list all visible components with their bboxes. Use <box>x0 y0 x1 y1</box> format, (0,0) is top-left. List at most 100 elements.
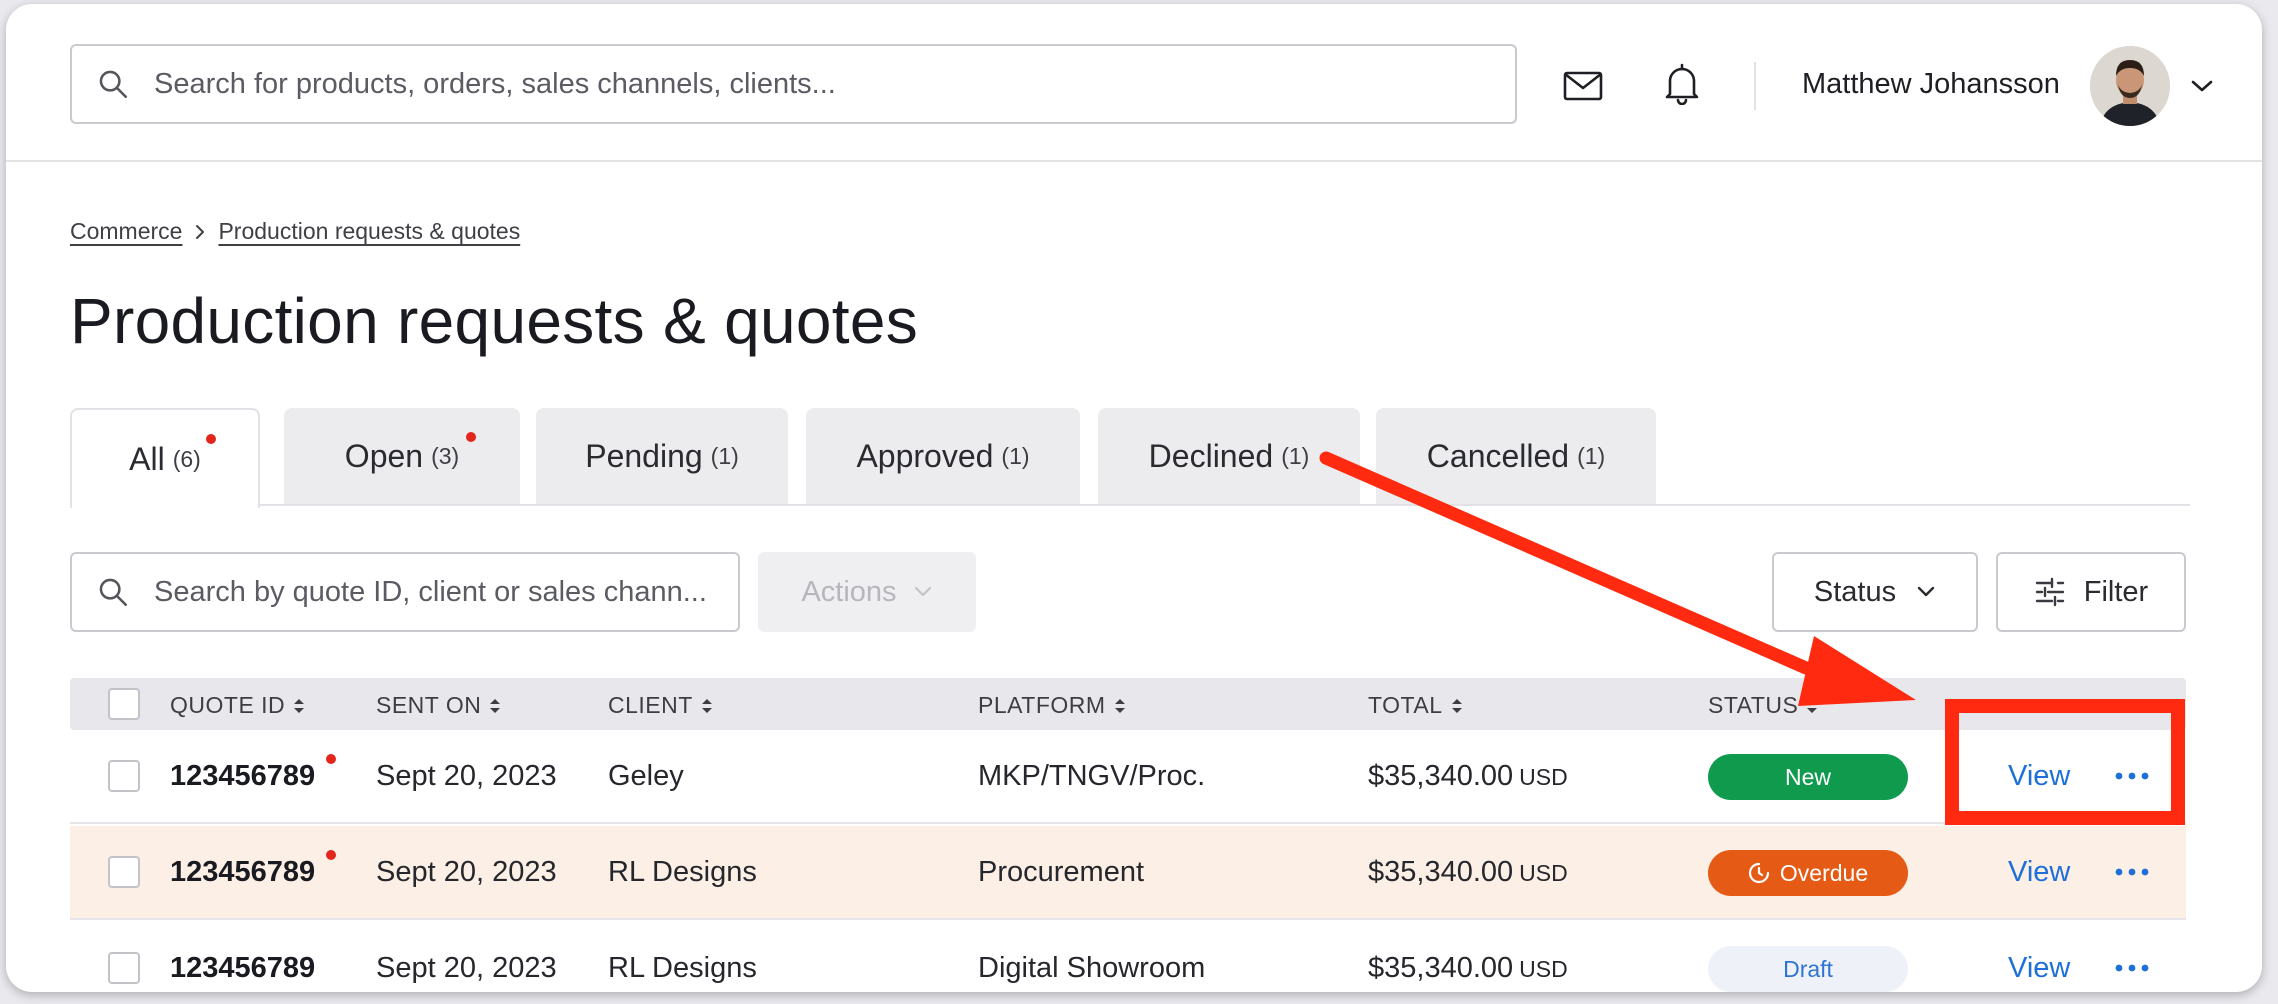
chevron-right-icon <box>194 224 206 240</box>
column-label: STATUS <box>1708 692 1799 718</box>
filter-button[interactable]: Filter <box>1996 552 2186 632</box>
status-dropdown[interactable]: Status <box>1772 552 1978 632</box>
total: $35,340.00 USD <box>1368 760 1568 793</box>
avatar[interactable] <box>2090 46 2170 126</box>
sort-icon <box>701 698 712 713</box>
top-bar: Matthew Johansson <box>6 4 2262 162</box>
status-label: Overdue <box>1779 859 1869 886</box>
sent-on: Sept 20, 2023 <box>376 856 557 888</box>
sent-on: Sept 20, 2023 <box>376 760 557 792</box>
tab-count: (1) <box>1281 442 1310 469</box>
table-row[interactable]: 123456789 Sept 20, 2023 Geley MKP/TNGV/P… <box>70 730 2186 824</box>
filter-label: Filter <box>2083 575 2149 608</box>
chevron-down-icon <box>914 586 931 597</box>
more-horizontal-icon[interactable] <box>2110 854 2154 890</box>
tab-cancelled[interactable]: Cancelled (1) <box>1376 408 1656 504</box>
column-label: PLATFORM <box>978 692 1106 718</box>
status-label: Status <box>1813 575 1897 608</box>
view-link[interactable]: View <box>2008 952 2070 985</box>
table-search[interactable] <box>70 552 740 632</box>
mail-icon[interactable] <box>1559 62 1607 110</box>
column-label: CLIENT <box>608 692 693 718</box>
table-row[interactable]: 123456789 Sept 20, 2023 RL Designs Procu… <box>70 826 2186 920</box>
currency: USD <box>1519 956 1568 982</box>
user-name[interactable]: Matthew Johansson <box>1802 68 2060 101</box>
quote-id: 123456789 <box>170 760 316 792</box>
tab-count: (1) <box>1577 442 1606 469</box>
unread-dot <box>466 432 476 442</box>
select-all-checkbox[interactable] <box>108 688 140 720</box>
breadcrumb-current[interactable]: Production requests & quotes <box>218 218 520 245</box>
column-label: TOTAL <box>1368 692 1443 718</box>
chevron-down-icon <box>1917 586 1935 597</box>
column-platform[interactable]: PLATFORM <box>978 692 1126 719</box>
platform: Digital Showroom <box>978 952 1206 984</box>
currency: USD <box>1519 860 1568 886</box>
global-search[interactable] <box>70 44 1517 124</box>
actions-button[interactable]: Actions <box>758 552 976 632</box>
client: Geley <box>608 760 684 792</box>
search-icon <box>96 575 130 609</box>
status-label: New <box>1784 763 1831 790</box>
view-link[interactable]: View <box>2008 760 2070 793</box>
row-checkbox[interactable] <box>108 856 140 888</box>
column-quote-id[interactable]: QUOTE ID <box>170 692 305 719</box>
breadcrumb-commerce[interactable]: Commerce <box>70 218 182 245</box>
sort-icon <box>490 698 501 713</box>
status-label: Draft <box>1783 955 1833 982</box>
table-row[interactable]: 123456789 Sept 20, 2023 RL Designs Digit… <box>70 922 2186 992</box>
tab-count: (1) <box>710 442 739 469</box>
column-total[interactable]: TOTAL <box>1368 692 1463 719</box>
more-horizontal-icon[interactable] <box>2110 950 2154 986</box>
sort-icon <box>1807 698 1818 713</box>
column-status[interactable]: STATUS <box>1708 692 1818 719</box>
total: $35,340.00 USD <box>1368 952 1568 985</box>
tab-count: (3) <box>431 442 460 469</box>
bell-icon[interactable] <box>1658 60 1706 108</box>
total-amount: $35,340.00 <box>1368 952 1514 984</box>
clock-icon <box>1748 862 1769 884</box>
platform: MKP/TNGV/Proc. <box>978 760 1206 792</box>
sort-icon <box>1114 698 1125 713</box>
tab-count: (6) <box>172 445 201 472</box>
total-amount: $35,340.00 <box>1368 760 1514 792</box>
more-horizontal-icon[interactable] <box>2110 758 2154 794</box>
column-label: SENT ON <box>376 692 482 718</box>
row-checkbox[interactable] <box>108 760 140 792</box>
tab-all[interactable]: All (6) <box>70 408 260 508</box>
tab-pending[interactable]: Pending (1) <box>536 408 788 504</box>
tab-approved[interactable]: Approved (1) <box>806 408 1080 504</box>
platform: Procurement <box>978 856 1145 888</box>
status-badge: New <box>1708 754 1908 800</box>
actions-label: Actions <box>801 575 897 608</box>
status-badge: Overdue <box>1708 850 1908 896</box>
table-search-input[interactable] <box>154 575 714 609</box>
sliders-icon <box>2035 577 2064 607</box>
quote-id: 123456789 <box>170 856 316 888</box>
tab-declined[interactable]: Declined (1) <box>1098 408 1360 504</box>
status-badge: Draft <box>1708 946 1908 992</box>
column-label: QUOTE ID <box>170 692 286 718</box>
view-link[interactable]: View <box>2008 856 2070 889</box>
client: RL Designs <box>608 856 757 888</box>
global-search-input[interactable] <box>154 67 1454 101</box>
sent-on: Sept 20, 2023 <box>376 952 557 984</box>
tab-bar: All (6) Open (3) Pending (1) Approved (1) De… <box>70 408 2190 508</box>
tab-open[interactable]: Open (3) <box>284 408 520 504</box>
column-sent-on[interactable]: SENT ON <box>376 692 501 719</box>
row-checkbox[interactable] <box>108 952 140 984</box>
sort-icon <box>1451 698 1462 713</box>
tab-label: Declined <box>1148 437 1274 474</box>
app-window: Matthew Johansson Commerce Production re… <box>6 4 2262 992</box>
currency: USD <box>1519 764 1568 790</box>
total-amount: $35,340.00 <box>1368 856 1514 888</box>
unread-dot <box>206 434 216 444</box>
column-client[interactable]: CLIENT <box>608 692 713 719</box>
chevron-down-icon[interactable] <box>2186 70 2218 102</box>
tab-label: Approved <box>856 437 994 474</box>
tab-label: Open <box>344 437 424 474</box>
breadcrumb: Commerce Production requests & quotes <box>70 218 520 245</box>
sort-icon <box>294 698 305 713</box>
page-title: Production requests & quotes <box>70 285 919 357</box>
unread-dot <box>326 754 336 764</box>
